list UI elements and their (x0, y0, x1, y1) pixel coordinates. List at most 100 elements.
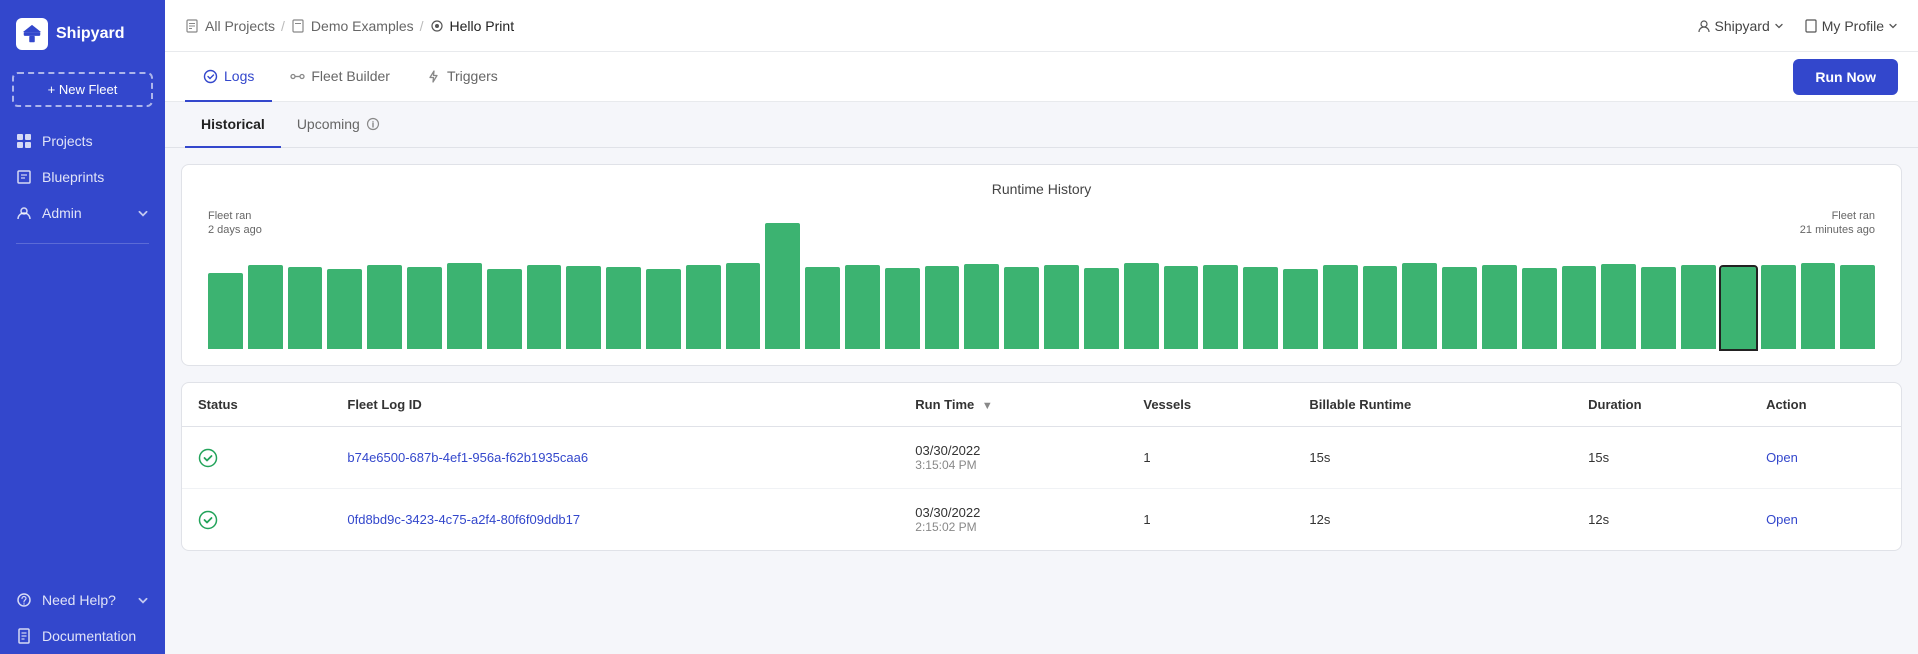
tab-fleet-builder[interactable]: Fleet Builder (272, 52, 408, 102)
annotation-left-line2: 2 days ago (208, 224, 262, 236)
chart-bar[interactable] (1681, 265, 1716, 349)
sidebar-item-projects[interactable]: Projects (0, 123, 165, 159)
bar-wrapper (925, 209, 960, 349)
chevron-down-icon-2 (137, 594, 149, 606)
col-action: Action (1750, 383, 1901, 427)
chart-bar[interactable] (805, 267, 840, 349)
sort-icon: ▼ (982, 400, 993, 412)
sub-tab-historical[interactable]: Historical (185, 102, 281, 148)
bar-wrapper (646, 209, 681, 349)
chart-bar[interactable] (1402, 263, 1437, 349)
table-row: 0fd8bd9c-3423-4c75-a2f4-80f6f09ddb17 03/… (182, 489, 1901, 551)
chart-bar[interactable] (1203, 265, 1238, 349)
chart-bar[interactable] (1084, 268, 1119, 349)
chart-bar[interactable] (765, 223, 800, 349)
chart-bar[interactable] (1124, 263, 1159, 349)
chevron-down-org (1774, 21, 1784, 31)
annotation-right-line2: 21 minutes ago (1800, 224, 1875, 236)
sidebar-item-blueprints[interactable]: Blueprints (0, 159, 165, 195)
chart-bar[interactable] (1243, 267, 1278, 349)
log-id-link[interactable]: b74e6500-687b-4ef1-956a-f62b1935caa6 (347, 450, 588, 465)
chart-section: Runtime History Fleet ran 2 days ago Fle… (181, 164, 1902, 366)
tab-triggers[interactable]: Triggers (408, 52, 516, 102)
breadcrumb-demo-icon (291, 19, 305, 33)
chart-bar[interactable] (447, 263, 482, 349)
org-selector[interactable]: Shipyard (1697, 18, 1784, 34)
sidebar-item-documentation[interactable]: Documentation (0, 618, 165, 654)
profile-label: My Profile (1822, 18, 1884, 34)
chart-bar[interactable] (1044, 265, 1079, 349)
logo-icon (16, 18, 48, 50)
bar-wrapper (1203, 209, 1238, 349)
chart-bar[interactable] (1482, 265, 1517, 349)
chart-bar[interactable] (327, 269, 362, 349)
sidebar-item-documentation-label: Documentation (42, 628, 136, 644)
chart-bar[interactable] (1721, 267, 1756, 349)
breadcrumb-all-projects[interactable]: All Projects (205, 18, 275, 34)
chart-bar[interactable] (1761, 265, 1796, 349)
cell-status (182, 489, 331, 551)
chevron-down-profile (1888, 21, 1898, 31)
chart-bar[interactable] (845, 265, 880, 349)
bar-wrapper (765, 209, 800, 349)
bar-wrapper (1044, 209, 1079, 349)
chart-bar[interactable] (964, 264, 999, 349)
chart-bar[interactable] (1562, 266, 1597, 349)
chart-bar[interactable] (1323, 265, 1358, 349)
chart-bar[interactable] (686, 265, 721, 349)
chart-bar[interactable] (925, 266, 960, 349)
chart-bar[interactable] (407, 267, 442, 349)
chart-bar[interactable] (1801, 263, 1836, 349)
main-content: All Projects / Demo Examples / Hello Pri… (165, 0, 1918, 654)
chart-bar[interactable] (1601, 264, 1636, 349)
grid-icon (16, 133, 32, 149)
chart-bar[interactable] (726, 263, 761, 349)
log-id-link[interactable]: 0fd8bd9c-3423-4c75-a2f4-80f6f09ddb17 (347, 512, 580, 527)
fleet-builder-icon (290, 69, 305, 84)
chart-bar[interactable] (1840, 265, 1875, 349)
table-row: b74e6500-687b-4ef1-956a-f62b1935caa6 03/… (182, 427, 1901, 489)
chart-bar[interactable] (367, 265, 402, 349)
sub-tab-upcoming[interactable]: Upcoming (281, 102, 396, 148)
chart-bar[interactable] (1363, 266, 1398, 349)
chart-bar[interactable] (885, 268, 920, 349)
doc-icon (16, 628, 32, 644)
open-link[interactable]: Open (1766, 512, 1798, 527)
chart-bar[interactable] (208, 273, 243, 349)
breadcrumb-current: Hello Print (450, 18, 515, 34)
tab-fleet-builder-label: Fleet Builder (311, 68, 390, 84)
sub-tab-historical-label: Historical (201, 116, 265, 132)
cell-duration: 12s (1572, 489, 1750, 551)
bar-wrapper (885, 209, 920, 349)
bar-wrapper (686, 209, 721, 349)
breadcrumb-demo-examples[interactable]: Demo Examples (311, 18, 414, 34)
chart-bar[interactable] (487, 269, 522, 349)
chart-bar[interactable] (566, 266, 601, 349)
chart-bar[interactable] (1442, 267, 1477, 349)
run-time-date: 03/30/2022 (915, 505, 1111, 520)
chart-bar[interactable] (248, 265, 283, 349)
chart-bar[interactable] (606, 267, 641, 349)
bar-wrapper (527, 209, 562, 349)
chart-bar[interactable] (527, 265, 562, 349)
chart-bar[interactable] (1283, 269, 1318, 349)
cell-log-id: 0fd8bd9c-3423-4c75-a2f4-80f6f09ddb17 (331, 489, 899, 551)
chart-bar[interactable] (1641, 267, 1676, 349)
sidebar-item-need-help[interactable]: Need Help? (0, 582, 165, 618)
new-fleet-button[interactable]: + New Fleet (12, 72, 153, 107)
chart-bar[interactable] (288, 267, 323, 349)
chevron-down-icon (137, 207, 149, 219)
profile-menu[interactable]: My Profile (1804, 18, 1898, 34)
sidebar-item-admin[interactable]: Admin (0, 195, 165, 231)
open-link[interactable]: Open (1766, 450, 1798, 465)
bar-wrapper (1402, 209, 1437, 349)
run-time-time: 3:15:04 PM (915, 458, 1111, 472)
bar-wrapper (1442, 209, 1477, 349)
status-icon (198, 448, 315, 468)
tab-logs[interactable]: Logs (185, 52, 272, 102)
chart-bar[interactable] (1164, 266, 1199, 349)
run-now-button[interactable]: Run Now (1793, 59, 1898, 95)
chart-bar[interactable] (1522, 268, 1557, 349)
chart-bar[interactable] (1004, 267, 1039, 349)
chart-bar[interactable] (646, 269, 681, 349)
